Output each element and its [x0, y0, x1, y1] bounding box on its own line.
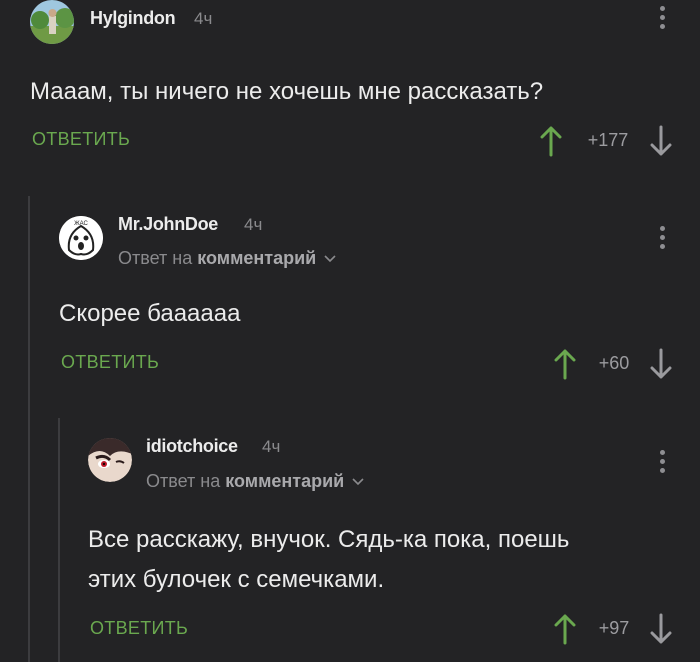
- comment-time: 4ч: [194, 9, 213, 28]
- comment-mr-johndoe: ЖАС Mr.JohnDoe 4ч Ответ на комментарий С…: [0, 196, 700, 406]
- avatar-caption: ЖАС: [74, 221, 88, 227]
- comment-score: +60: [598, 353, 630, 373]
- downvote-arrow-icon[interactable]: [650, 613, 672, 650]
- comment-text-line-1: Все расскажу, внучок. Сядь-ка пока, поеш…: [88, 526, 570, 553]
- comment-idiotchoice: idiotchoice 4ч Ответ на комментарий Все …: [0, 418, 700, 662]
- comment-author[interactable]: Mr.JohnDoe: [118, 214, 218, 235]
- reply-button[interactable]: ОТВЕТИТЬ: [90, 618, 188, 639]
- reply-to-target: комментарий: [225, 471, 345, 491]
- downvote-arrow-icon[interactable]: [650, 348, 672, 385]
- avatar[interactable]: [88, 438, 132, 482]
- reply-to-link[interactable]: Ответ на комментарий: [118, 248, 337, 269]
- comment-time: 4ч: [262, 437, 281, 456]
- upvote-arrow-icon[interactable]: [554, 348, 576, 385]
- reply-to-prefix: Ответ на: [118, 248, 193, 268]
- comment-text: Мааам, ты ничего не хочешь мне рассказат…: [30, 78, 544, 105]
- more-options-icon[interactable]: [658, 450, 666, 477]
- comment-text: Скорее баааааа: [59, 300, 241, 327]
- reply-to-target: комментарий: [197, 248, 317, 268]
- upvote-arrow-icon[interactable]: [540, 125, 562, 162]
- avatar[interactable]: [30, 0, 74, 44]
- downvote-arrow-icon[interactable]: [650, 125, 672, 162]
- comment-hylgindon: Hylgindon 4ч Мааам, ты ничего не хочешь …: [0, 0, 700, 170]
- more-options-icon[interactable]: [658, 6, 666, 33]
- comment-time: 4ч: [244, 215, 263, 234]
- avatar[interactable]: ЖАС: [59, 216, 103, 260]
- comment-score: +177: [587, 130, 629, 150]
- reply-to-prefix: Ответ на: [146, 471, 221, 491]
- comment-author[interactable]: Hylgindon: [90, 8, 176, 29]
- more-options-icon[interactable]: [658, 226, 666, 253]
- upvote-arrow-icon[interactable]: [554, 613, 576, 650]
- comment-text-line-2: этих булочек с семечками.: [88, 566, 385, 593]
- reply-to-link[interactable]: Ответ на комментарий: [146, 471, 365, 492]
- chevron-down-icon: [324, 255, 336, 263]
- chevron-down-icon: [352, 478, 364, 486]
- comment-author[interactable]: idiotchoice: [146, 436, 238, 457]
- reply-button[interactable]: ОТВЕТИТЬ: [61, 352, 159, 373]
- reply-button[interactable]: ОТВЕТИТЬ: [32, 129, 130, 150]
- comment-score: +97: [598, 618, 630, 638]
